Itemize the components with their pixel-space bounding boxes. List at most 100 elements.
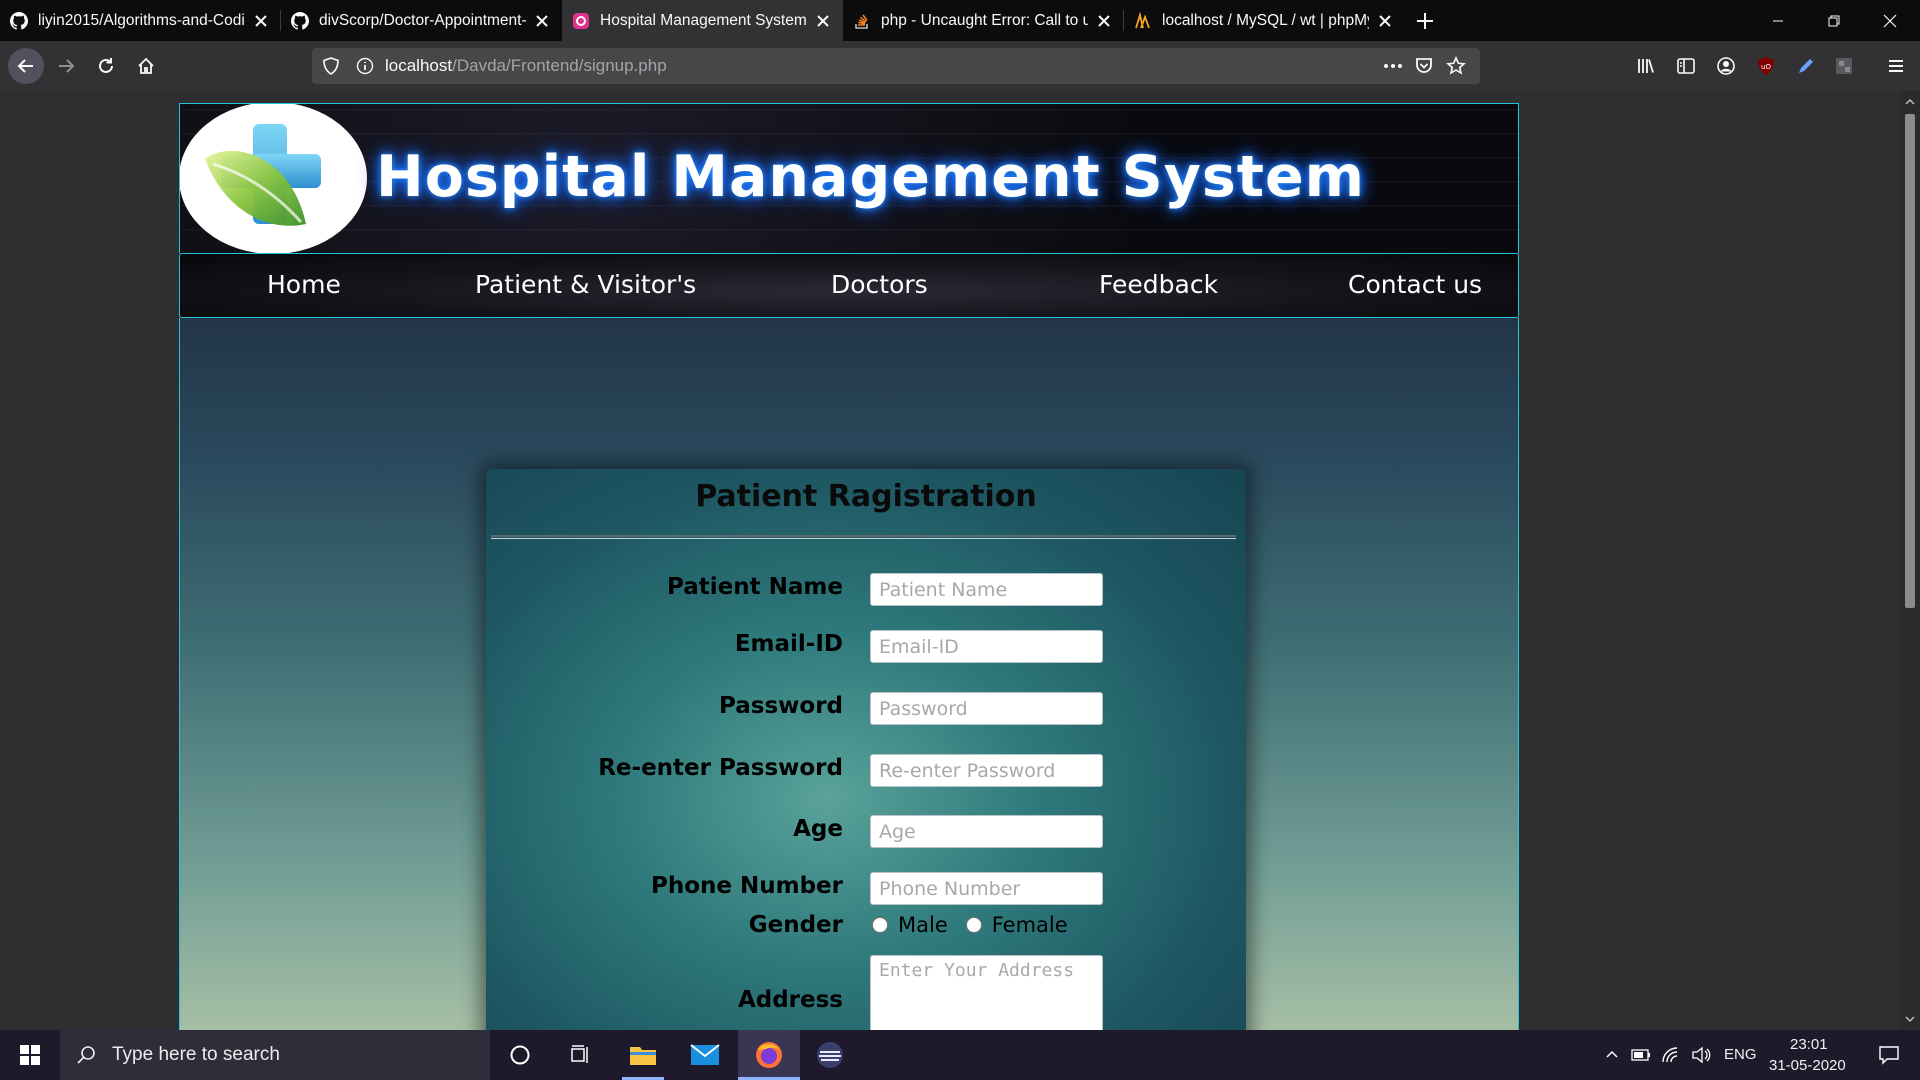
cortana-icon bbox=[510, 1045, 530, 1065]
reenter-password-input[interactable] bbox=[870, 754, 1103, 787]
page-viewport: Hospital Management System Home Patient … bbox=[0, 91, 1900, 1030]
tab-algorithms[interactable]: liyin2015/Algorithms-and-Coding-Intervie… bbox=[0, 0, 281, 41]
page-scrollbar[interactable] bbox=[1900, 91, 1920, 1030]
task-view-button[interactable] bbox=[556, 1030, 604, 1080]
info-icon[interactable] bbox=[356, 57, 374, 75]
patient-name-input[interactable] bbox=[870, 573, 1103, 606]
sidebar-icon bbox=[1677, 58, 1695, 74]
tab-doctor-appointment[interactable]: divScorp/Doctor-Appointment-Booking bbox=[281, 0, 562, 41]
tab-php-error[interactable]: php - Uncaught Error: Call to undefined bbox=[843, 0, 1124, 41]
speaker-icon bbox=[1692, 1046, 1711, 1064]
search-icon bbox=[77, 1046, 95, 1064]
volume-indicator[interactable] bbox=[1688, 1030, 1714, 1080]
url-bar[interactable]: localhost/Davda/Frontend/signup.php bbox=[312, 48, 1480, 84]
mail-icon bbox=[690, 1044, 720, 1065]
taskbar-search[interactable]: Type here to search bbox=[60, 1030, 490, 1080]
scroll-down-icon[interactable] bbox=[1904, 1013, 1916, 1025]
age-label: Age bbox=[793, 816, 843, 842]
language-indicator[interactable]: ENG bbox=[1724, 1046, 1757, 1063]
close-icon[interactable] bbox=[532, 11, 552, 31]
tab-hospital-management[interactable]: Hospital Management System bbox=[562, 0, 843, 41]
forward-button[interactable] bbox=[50, 50, 82, 82]
scroll-up-icon[interactable] bbox=[1904, 96, 1916, 108]
email-input[interactable] bbox=[870, 630, 1103, 663]
tab-title: divScorp/Doctor-Appointment-Booking bbox=[319, 11, 526, 29]
taskbar-app[interactable] bbox=[805, 1030, 855, 1080]
close-icon[interactable] bbox=[251, 11, 271, 31]
pocket-icon[interactable] bbox=[1414, 56, 1434, 76]
notification-icon bbox=[1879, 1046, 1899, 1065]
clock-date[interactable]: 31-05-2020 bbox=[1769, 1057, 1846, 1074]
sidebar-button[interactable] bbox=[1670, 50, 1702, 82]
clock-time[interactable]: 23:01 bbox=[1790, 1036, 1828, 1053]
reload-button[interactable] bbox=[90, 50, 122, 82]
extension-icon bbox=[1836, 58, 1852, 74]
close-icon[interactable] bbox=[1094, 11, 1114, 31]
home-button[interactable] bbox=[130, 50, 162, 82]
taskbar-file-explorer[interactable] bbox=[618, 1030, 668, 1080]
new-tab-button[interactable] bbox=[1405, 0, 1445, 41]
close-icon[interactable] bbox=[1375, 11, 1395, 31]
folder-icon bbox=[630, 1047, 656, 1065]
tab-title: localhost / MySQL / wt | phpMyAdmin bbox=[1162, 11, 1369, 29]
restore-button[interactable] bbox=[1806, 0, 1862, 41]
windows-logo-icon bbox=[20, 1045, 40, 1065]
gender-radio-group: Male Female bbox=[872, 913, 1068, 937]
nav-doctors[interactable]: Doctors bbox=[831, 270, 928, 299]
library-button[interactable] bbox=[1630, 50, 1662, 82]
pen-button[interactable] bbox=[1790, 50, 1822, 82]
patient-name-label: Patient Name bbox=[667, 574, 843, 600]
tab-phpmyadmin[interactable]: localhost / MySQL / wt | phpMyAdmin bbox=[1124, 0, 1405, 41]
back-button[interactable] bbox=[8, 48, 44, 84]
phone-number-input[interactable] bbox=[870, 872, 1103, 905]
ublock-button[interactable]: uO bbox=[1750, 50, 1782, 82]
pen-icon bbox=[1799, 59, 1813, 73]
restore-icon bbox=[1828, 15, 1840, 26]
library-icon bbox=[1638, 59, 1654, 73]
gender-label: Gender bbox=[748, 912, 843, 938]
address-textarea[interactable] bbox=[870, 955, 1103, 1030]
phone-number-label: Phone Number bbox=[650, 873, 843, 899]
start-button[interactable] bbox=[0, 1030, 60, 1080]
reload-icon bbox=[99, 58, 113, 73]
age-input[interactable] bbox=[870, 815, 1103, 848]
nav-contact-us[interactable]: Contact us bbox=[1348, 270, 1482, 299]
more-icon[interactable] bbox=[1382, 57, 1404, 75]
phpmyadmin-icon bbox=[1135, 11, 1150, 28]
taskbar-firefox[interactable] bbox=[738, 1030, 800, 1080]
window-close-button[interactable] bbox=[1862, 0, 1918, 41]
action-center-button[interactable] bbox=[1864, 1030, 1914, 1080]
windows-taskbar: Type here to search ENG 23:01 31-05-2020 bbox=[0, 1030, 1920, 1080]
female-radio[interactable] bbox=[965, 917, 982, 933]
nav-patient-visitors[interactable]: Patient & Visitor's bbox=[475, 270, 696, 299]
scrollbar-thumb[interactable] bbox=[1905, 114, 1915, 608]
network-indicator[interactable] bbox=[1658, 1030, 1684, 1080]
nav-feedback[interactable]: Feedback bbox=[1099, 270, 1218, 299]
cortana-button[interactable] bbox=[496, 1030, 544, 1080]
nav-home[interactable]: Home bbox=[267, 270, 341, 299]
shield-icon[interactable] bbox=[322, 57, 340, 75]
url-text[interactable]: localhost/Davda/Frontend/signup.php bbox=[385, 56, 667, 76]
main-nav: Home Patient & Visitor's Doctors Feedbac… bbox=[179, 253, 1519, 318]
female-label: Female bbox=[991, 913, 1068, 937]
site-header: Hospital Management System bbox=[179, 103, 1519, 253]
plus-icon bbox=[1417, 12, 1433, 29]
account-button[interactable] bbox=[1710, 50, 1742, 82]
minimize-icon bbox=[1773, 20, 1783, 21]
taskbar-mail[interactable] bbox=[680, 1030, 730, 1080]
logo bbox=[180, 104, 367, 253]
close-icon[interactable] bbox=[813, 11, 833, 31]
battery-indicator[interactable] bbox=[1628, 1030, 1654, 1080]
tray-overflow-button[interactable] bbox=[1600, 1030, 1624, 1080]
extension-button[interactable] bbox=[1828, 50, 1860, 82]
password-input[interactable] bbox=[870, 692, 1103, 725]
site-title: Hospital Management System bbox=[376, 144, 1366, 210]
minimize-button[interactable] bbox=[1750, 0, 1806, 41]
stackoverflow-icon bbox=[855, 14, 868, 29]
battery-icon bbox=[1631, 1049, 1650, 1061]
male-radio[interactable] bbox=[872, 917, 888, 933]
star-icon[interactable] bbox=[1446, 56, 1466, 76]
tab-title: php - Uncaught Error: Call to undefined bbox=[881, 11, 1088, 29]
menu-button[interactable] bbox=[1880, 50, 1912, 82]
close-icon bbox=[1883, 14, 1897, 27]
